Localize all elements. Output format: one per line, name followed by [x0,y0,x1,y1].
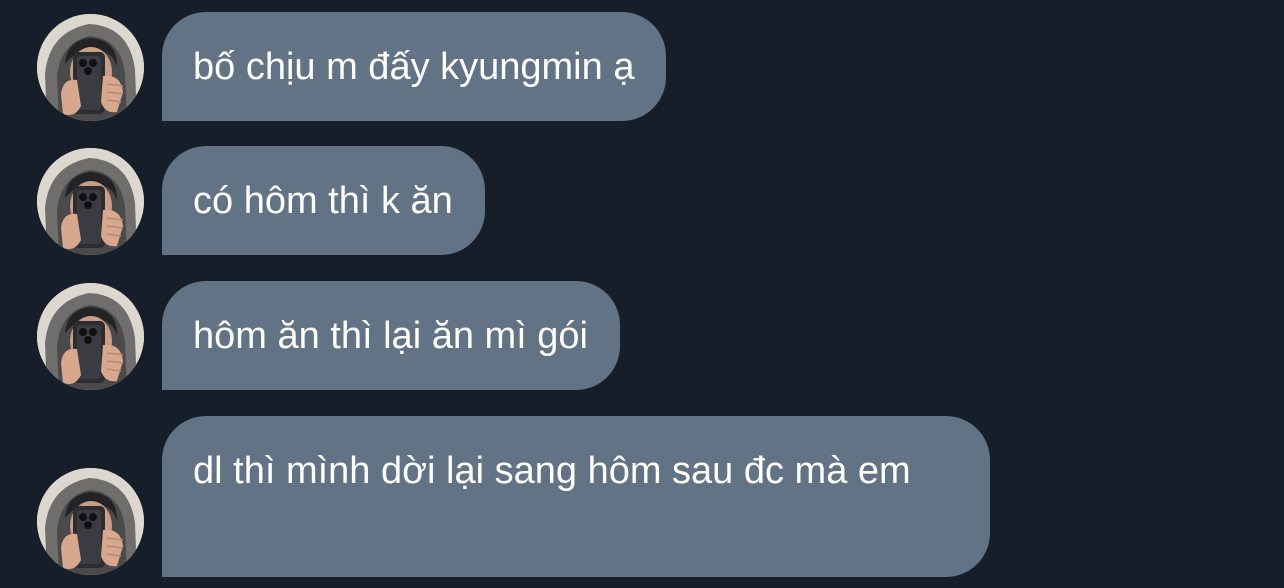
user-avatar-photo[interactable] [37,14,144,121]
message-bubble[interactable]: hôm ăn thì lại ăn mì gói [162,281,620,390]
message-bubble[interactable]: bố chịu m đấy kyungmin ạ [162,12,667,121]
message-thread: bố chịu m đấy kyungmin ạ có hôm thì k ăn… [0,0,1284,588]
avatar-image [37,283,144,390]
user-avatar-photo[interactable] [37,468,144,575]
message-bubble[interactable]: dl thì mình dời lại sang hôm sau đc mà e… [162,416,990,577]
user-avatar-photo[interactable] [37,283,144,390]
avatar-image [37,148,144,255]
user-avatar-photo[interactable] [37,148,144,255]
message-bubble[interactable]: có hôm thì k ăn [162,146,485,255]
avatar-image [37,14,144,121]
avatar-image [37,468,144,575]
